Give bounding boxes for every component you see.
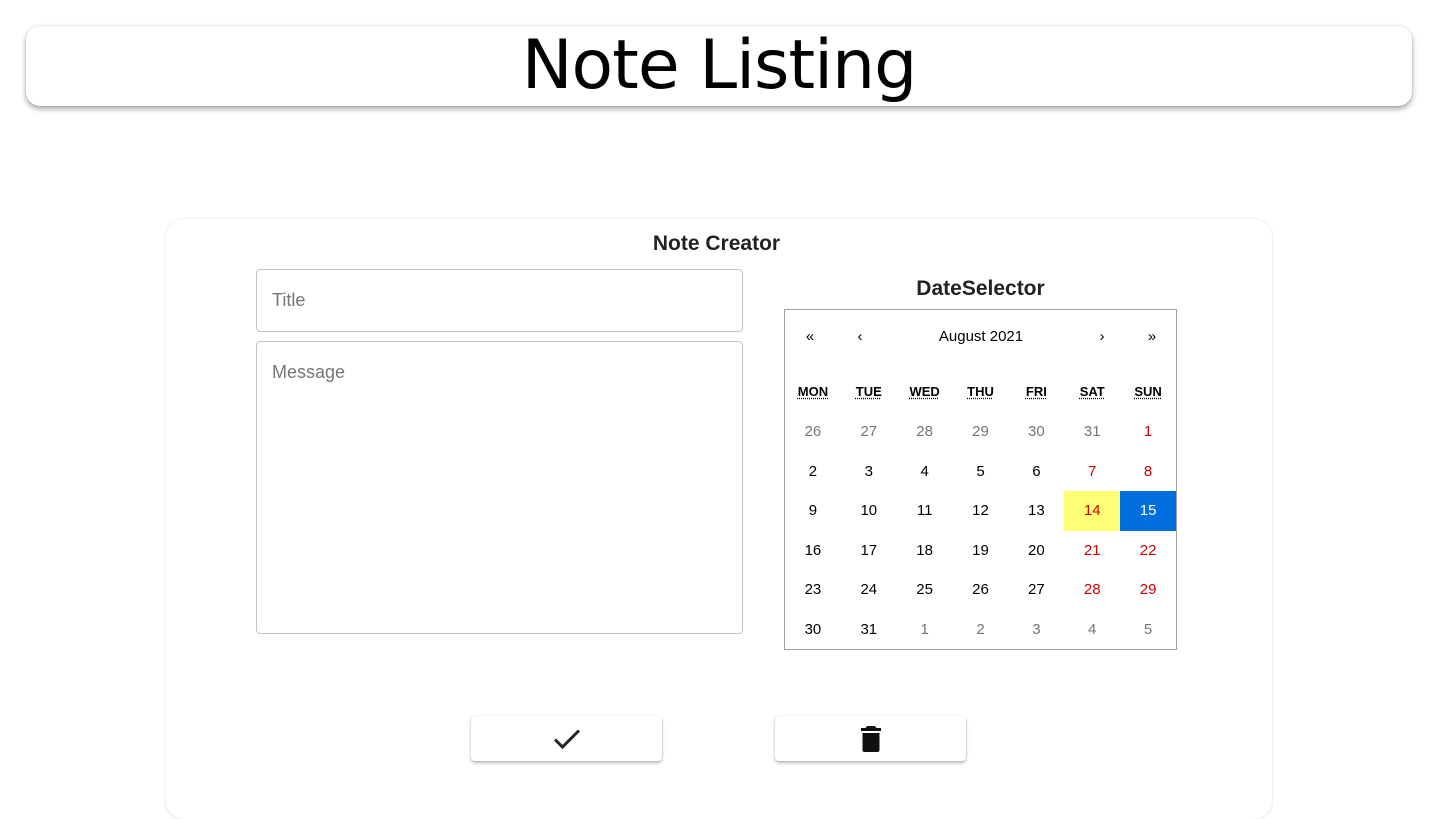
next-month-button[interactable]: › [1087, 318, 1117, 354]
weekday-tue: TUE [841, 384, 897, 399]
weekday-label: SUN [1134, 384, 1162, 399]
calendar-week-row: 30 31 1 2 3 4 5 [785, 610, 1176, 650]
weekday-wed: WED [897, 384, 953, 399]
prev-year-button[interactable]: « [795, 318, 825, 354]
calendar-day[interactable]: 28 [1064, 570, 1120, 610]
note-creator-title: Note Creator [652, 232, 781, 255]
weekday-label: FRI [1025, 384, 1047, 399]
weekday-sat: SAT [1064, 384, 1120, 399]
weekday-fri: FRI [1008, 384, 1064, 399]
day-grid: 26 27 28 29 30 31 1 2 3 4 5 6 7 8 9 10 11 12 13 14 15 16 17 18 1… [785, 412, 1177, 650]
calendar-day-neighbor[interactable]: 30 [1008, 412, 1064, 452]
calendar-day-neighbor[interactable]: 28 [897, 412, 953, 452]
calendar-day[interactable]: 13 [1008, 491, 1064, 531]
weekday-label: WED [909, 384, 940, 399]
calendar-day[interactable]: 21 [1064, 531, 1120, 571]
calendar-day-neighbor[interactable]: 31 [1064, 412, 1120, 452]
next-year-button[interactable]: » [1137, 318, 1167, 354]
calendar-week-row: 2345678 [785, 452, 1176, 492]
calendar-day[interactable]: 25 [897, 570, 953, 610]
calendar-day-neighbor[interactable]: 29 [953, 412, 1009, 452]
calendar-day[interactable]: 24 [841, 570, 897, 610]
weekday-label: THU [967, 384, 994, 399]
calendar-day[interactable]: 31 [841, 610, 897, 650]
calendar-day[interactable]: 30 [785, 610, 841, 650]
weekday-label: MON [797, 384, 829, 399]
app-header: Note Listing [26, 26, 1412, 106]
calendar-day-neighbor[interactable]: 2 [953, 610, 1009, 650]
calendar-day-neighbor[interactable]: 4 [1064, 610, 1120, 650]
calendar-day-neighbor[interactable]: 26 [785, 412, 841, 452]
calendar-day[interactable]: 18 [897, 531, 953, 571]
month-label-button[interactable]: August 2021 [905, 318, 1057, 354]
calendar-day[interactable]: 2 [785, 452, 841, 492]
calendar-day[interactable]: 3 [841, 452, 897, 492]
message-input[interactable] [256, 341, 743, 634]
calendar-day[interactable]: 12 [953, 491, 1009, 531]
calendar-day[interactable]: 23 [785, 570, 841, 610]
calendar-day[interactable]: 4 [897, 452, 953, 492]
calendar-day[interactable]: 15 [1120, 491, 1177, 531]
calendar-day[interactable]: 26 [953, 570, 1009, 610]
title-input[interactable] [256, 269, 743, 332]
calendar-week-row: 23 24 25 26 27 28 29 [785, 570, 1176, 610]
calendar-day[interactable]: 9 [785, 491, 841, 531]
check-icon [553, 728, 581, 750]
calendar-day[interactable]: 14 [1064, 491, 1121, 531]
calendar-day[interactable]: 27 [1008, 570, 1064, 610]
calendar-day[interactable]: 16 [785, 531, 841, 571]
weekday-sun: SUN [1120, 384, 1176, 399]
calendar-day[interactable]: 7 [1064, 452, 1120, 492]
calendar-week-row: 16 17 18 19 20 21 22 [785, 531, 1176, 571]
calendar-day[interactable]: 10 [841, 491, 897, 531]
page-title: Note Listing [521, 26, 918, 105]
calendar-day[interactable]: 8 [1120, 452, 1176, 492]
calendar-day[interactable]: 17 [841, 531, 897, 571]
calendar-day-neighbor[interactable]: 1 [897, 610, 953, 650]
calendar-day[interactable]: 19 [953, 531, 1009, 571]
calendar-day[interactable]: 6 [1008, 452, 1064, 492]
calendar-day-neighbor[interactable]: 27 [841, 412, 897, 452]
calendar-week-row: 26 27 28 29 30 31 1 [785, 412, 1176, 452]
delete-button[interactable] [775, 716, 966, 761]
prev-month-button[interactable]: ‹ [845, 318, 875, 354]
trash-icon [860, 725, 882, 753]
calendar-day[interactable]: 22 [1120, 531, 1176, 571]
weekday-label: TUE [855, 384, 882, 399]
weekday-label: SAT [1079, 384, 1105, 399]
calendar-day[interactable]: 11 [897, 491, 953, 531]
calendar: « ‹ August 2021 › » MON TUE WED THU FRI SAT SU… [784, 309, 1177, 650]
date-selector-title: DateSelector [916, 277, 1045, 300]
calendar-week-row: 9 10 11 12 13 14 15 [785, 491, 1177, 531]
calendar-day[interactable]: 5 [953, 452, 1009, 492]
weekday-header: MON TUE WED THU FRI SAT SUN [785, 384, 1176, 399]
calendar-day[interactable]: 29 [1120, 570, 1176, 610]
calendar-day[interactable]: 1 [1120, 412, 1176, 452]
confirm-button[interactable] [471, 716, 662, 761]
calendar-navigation: « ‹ August 2021 › » [785, 310, 1176, 362]
calendar-day-neighbor[interactable]: 5 [1120, 610, 1176, 650]
weekday-thu: THU [953, 384, 1009, 399]
calendar-day-neighbor[interactable]: 3 [1008, 610, 1064, 650]
calendar-day[interactable]: 20 [1008, 531, 1064, 571]
weekday-mon: MON [785, 384, 841, 399]
